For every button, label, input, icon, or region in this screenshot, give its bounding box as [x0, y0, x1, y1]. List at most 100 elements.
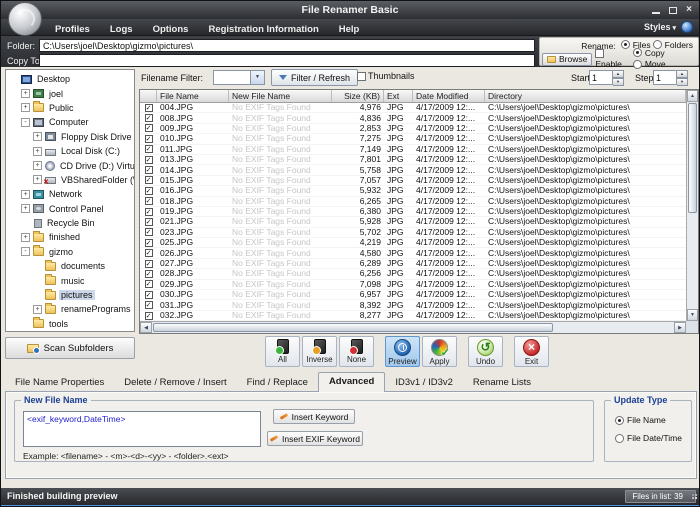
- table-row[interactable]: ✓004.JPGNo EXIF Tags Found4,976JPG4/17/2…: [140, 103, 686, 113]
- row-checkbox-icon[interactable]: ✓: [145, 145, 153, 153]
- tree-item-gizmo[interactable]: -gizmo: [6, 245, 134, 259]
- table-row[interactable]: ✓014.JPGNo EXIF Tags Found5,758JPG4/17/2…: [140, 165, 686, 175]
- none-button[interactable]: None: [339, 336, 374, 367]
- row-checkbox-icon[interactable]: ✓: [145, 249, 153, 257]
- row-checkbox-icon[interactable]: ✓: [145, 104, 153, 112]
- table-row[interactable]: ✓011.JPGNo EXIF Tags Found7,149JPG4/17/2…: [140, 145, 686, 155]
- tab-id3v1-id3v2[interactable]: ID3v1 / ID3v2: [385, 374, 463, 391]
- minimize-icon[interactable]: [652, 12, 660, 14]
- table-row[interactable]: ✓015.JPGNo EXIF Tags Found7,057JPG4/17/2…: [140, 176, 686, 186]
- row-checkbox-icon[interactable]: ✓: [145, 114, 153, 122]
- row-checkbox-icon[interactable]: ✓: [145, 301, 153, 309]
- row-checkbox-icon[interactable]: ✓: [145, 280, 153, 288]
- resize-grip[interactable]: [689, 491, 697, 499]
- tree-item-tools[interactable]: tools: [6, 317, 134, 331]
- tree-item-public[interactable]: +Public: [6, 101, 134, 115]
- column-header-size-kb[interactable]: Size (KB): [332, 90, 384, 102]
- tree-item-network[interactable]: +Network: [6, 187, 134, 201]
- row-checkbox-icon[interactable]: ✓: [145, 135, 153, 143]
- column-header-file-name[interactable]: File Name: [157, 90, 229, 102]
- row-checkbox-icon[interactable]: ✓: [145, 228, 153, 236]
- row-checkbox-icon[interactable]: ✓: [145, 124, 153, 132]
- row-checkbox-icon[interactable]: ✓: [145, 270, 153, 278]
- start-stepper[interactable]: ▲▼: [589, 70, 624, 85]
- table-row[interactable]: ✓021.JPGNo EXIF Tags Found5,928JPG4/17/2…: [140, 217, 686, 227]
- row-checkbox-icon[interactable]: ✓: [145, 166, 153, 174]
- collapse-minus-icon[interactable]: -: [21, 247, 30, 256]
- column-header-check[interactable]: [140, 90, 157, 102]
- column-header-directory[interactable]: Directory: [485, 90, 686, 102]
- table-row[interactable]: ✓026.JPGNo EXIF Tags Found4,580JPG4/17/2…: [140, 248, 686, 258]
- spinner-up-icon[interactable]: ▲: [613, 70, 624, 78]
- exit-button[interactable]: Exit: [514, 336, 549, 367]
- expand-plus-icon[interactable]: +: [21, 103, 30, 112]
- table-row[interactable]: ✓028.JPGNo EXIF Tags Found6,256JPG4/17/2…: [140, 269, 686, 279]
- column-header-new-file-name[interactable]: New File Name: [229, 90, 332, 102]
- tree-item-desktop[interactable]: Desktop: [6, 72, 134, 86]
- step-stepper[interactable]: ▲▼: [653, 70, 688, 85]
- horizontal-scroll-thumb[interactable]: [153, 323, 553, 332]
- enable-checkbox[interactable]: Enable: [595, 49, 629, 69]
- table-row[interactable]: ✓023.JPGNo EXIF Tags Found5,702JPG4/17/2…: [140, 228, 686, 238]
- spinner-down-icon[interactable]: ▼: [677, 78, 688, 86]
- start-input[interactable]: [589, 70, 613, 85]
- tree-item-cd-drive-d-virtualbox-guest[interactable]: +CD Drive (D:) VirtualBox Guest: [6, 158, 134, 172]
- table-row[interactable]: ✓016.JPGNo EXIF Tags Found5,932JPG4/17/2…: [140, 186, 686, 196]
- update-file-date-time-radio[interactable]: File Date/Time: [615, 433, 682, 443]
- table-row[interactable]: ✓031.JPGNo EXIF Tags Found8,392JPG4/17/2…: [140, 300, 686, 310]
- apply-button[interactable]: Apply: [422, 336, 457, 367]
- menu-item-profiles[interactable]: Profiles: [45, 22, 100, 35]
- row-checkbox-icon[interactable]: ✓: [145, 291, 153, 299]
- copy-to-input[interactable]: [39, 54, 535, 67]
- insert-exif-keyword-button[interactable]: Insert EXIF Keyword: [267, 431, 363, 446]
- expand-plus-icon[interactable]: +: [21, 233, 30, 242]
- menu-item-registration-information[interactable]: Registration Information: [198, 22, 328, 35]
- collapse-minus-icon[interactable]: -: [21, 118, 30, 127]
- table-row[interactable]: ✓008.JPGNo EXIF Tags Found4,836JPG4/17/2…: [140, 113, 686, 123]
- tab-find-replace[interactable]: Find / Replace: [237, 374, 318, 391]
- table-row[interactable]: ✓025.JPGNo EXIF Tags Found4,219JPG4/17/2…: [140, 238, 686, 248]
- expand-plus-icon[interactable]: +: [21, 204, 30, 213]
- expand-plus-icon[interactable]: +: [33, 175, 42, 184]
- scroll-down-icon[interactable]: ▼: [687, 309, 698, 321]
- expand-plus-icon[interactable]: +: [33, 305, 42, 314]
- tab-file-name-properties[interactable]: File Name Properties: [5, 374, 114, 391]
- expand-plus-icon[interactable]: +: [33, 161, 42, 170]
- scan-subfolders-button[interactable]: Scan Subfolders: [5, 337, 135, 359]
- tree-item-local-disk-c[interactable]: +Local Disk (C:): [6, 144, 134, 158]
- spinner-down-icon[interactable]: ▼: [613, 78, 624, 86]
- browse-button[interactable]: Browse: [542, 53, 592, 66]
- row-checkbox-icon[interactable]: ✓: [145, 197, 153, 205]
- table-row[interactable]: ✓019.JPGNo EXIF Tags Found6,380JPG4/17/2…: [140, 207, 686, 217]
- table-row[interactable]: ✓010.JPGNo EXIF Tags Found7,275JPG4/17/2…: [140, 134, 686, 144]
- expand-plus-icon[interactable]: +: [21, 190, 30, 199]
- inverse-button[interactable]: Inverse: [302, 336, 337, 367]
- tab-delete-remove-insert[interactable]: Delete / Remove / Insert: [114, 374, 236, 391]
- tab-advanced[interactable]: Advanced: [318, 372, 385, 392]
- styles-menu[interactable]: Styles: [644, 22, 676, 32]
- scroll-up-icon[interactable]: ▲: [687, 90, 698, 102]
- help-globe-icon[interactable]: [681, 21, 693, 33]
- column-header-ext[interactable]: Ext: [384, 90, 413, 102]
- table-row[interactable]: ✓030.JPGNo EXIF Tags Found6,957JPG4/17/2…: [140, 290, 686, 300]
- tree-item-vbsharedfolder-vboxsvr-z[interactable]: +VBSharedFolder (\\vboxsvr) (Z: [6, 173, 134, 187]
- undo-button[interactable]: Undo: [468, 336, 503, 367]
- tree-item-joel[interactable]: +joel: [6, 86, 134, 100]
- scroll-left-icon[interactable]: ◀: [140, 322, 152, 333]
- folder-input[interactable]: [39, 39, 535, 52]
- thumbnails-checkbox[interactable]: Thumbnails: [357, 71, 415, 81]
- new-file-name-input[interactable]: <exif_keyword,DateTime>: [23, 411, 261, 447]
- close-icon[interactable]: ×: [686, 5, 692, 15]
- mode-copy-radio[interactable]: Copy: [633, 48, 665, 58]
- column-header-date-modified[interactable]: Date Modified: [413, 90, 485, 102]
- table-row[interactable]: ✓029.JPGNo EXIF Tags Found7,098JPG4/17/2…: [140, 280, 686, 290]
- expand-plus-icon[interactable]: +: [33, 147, 42, 156]
- row-checkbox-icon[interactable]: ✓: [145, 218, 153, 226]
- tree-item-floppy-disk-drive-a[interactable]: +Floppy Disk Drive (A:): [6, 130, 134, 144]
- update-file-name-radio[interactable]: File Name: [615, 415, 682, 425]
- filter-refresh-button[interactable]: Filter / Refresh: [271, 69, 358, 86]
- filename-filter-dropdown[interactable]: ▼: [213, 70, 265, 85]
- tree-item-computer[interactable]: -Computer: [6, 115, 134, 129]
- maximize-icon[interactable]: [669, 7, 677, 14]
- menu-item-options[interactable]: Options: [143, 22, 199, 35]
